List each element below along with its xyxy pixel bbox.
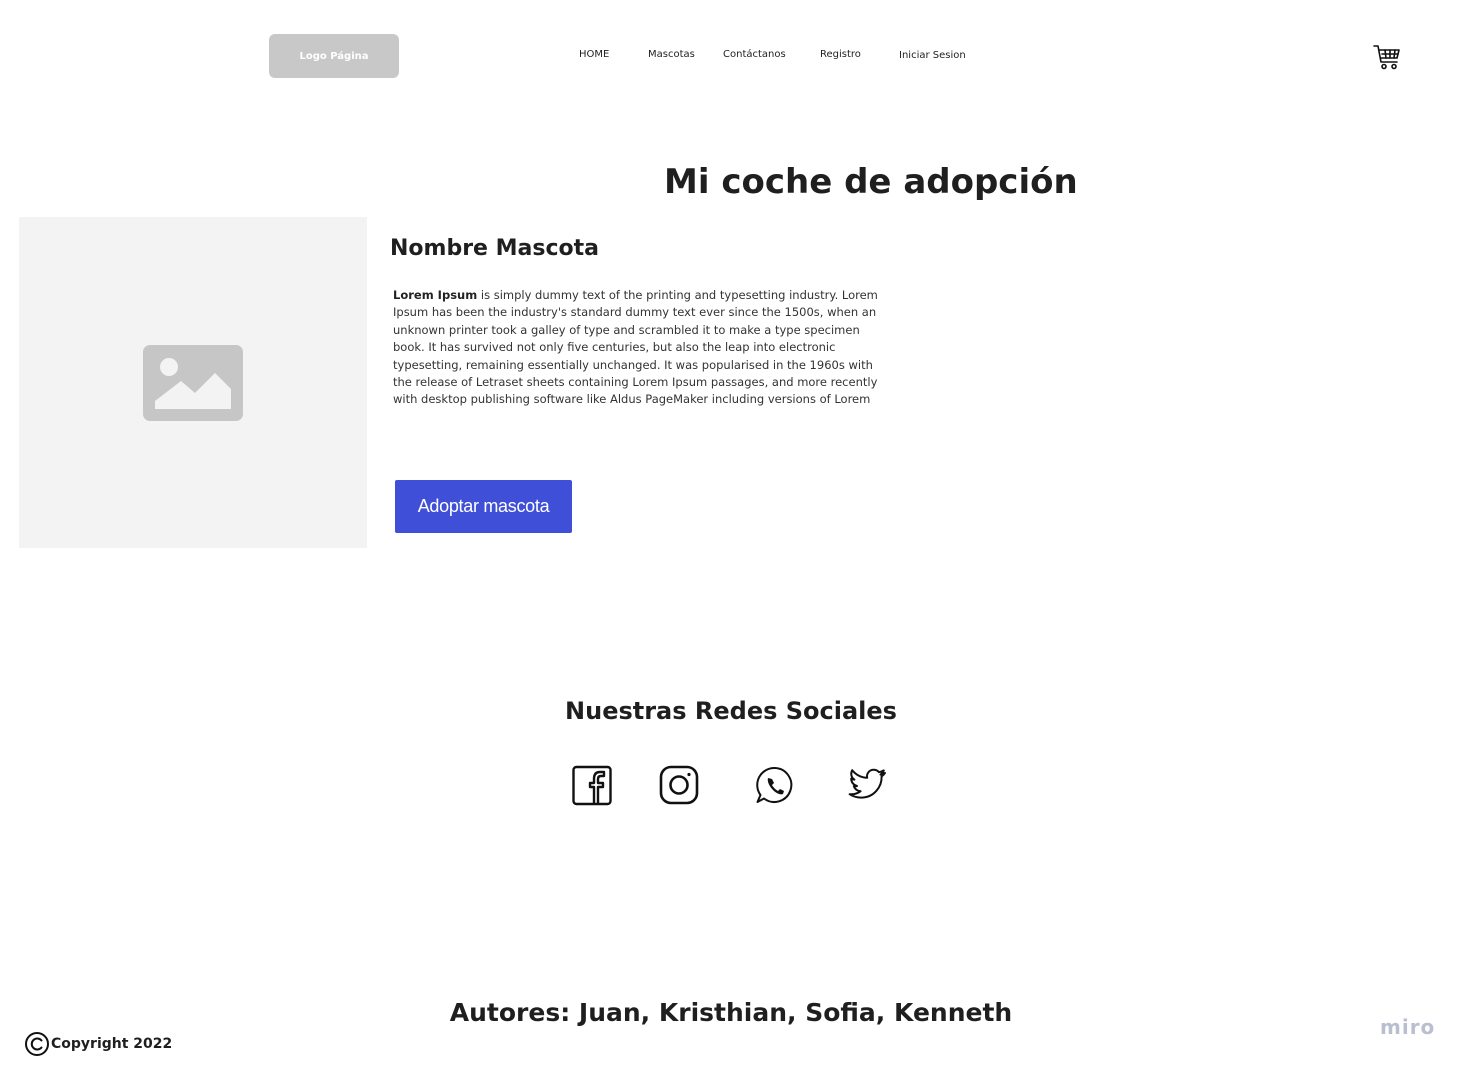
cart-icon[interactable]: [1372, 42, 1402, 72]
instagram-icon[interactable]: [658, 764, 700, 806]
authors-text: Autores: Juan, Kristhian, Sofia, Kenneth: [449, 998, 1013, 1027]
pet-description: Lorem Ipsum is simply dummy text of the …: [393, 287, 883, 409]
description-bold: Lorem Ipsum: [393, 288, 478, 302]
copyright: Copyright 2022: [24, 1031, 172, 1057]
image-icon: [143, 344, 243, 421]
description-text: is simply dummy text of the printing and…: [393, 288, 878, 407]
social-title: Nuestras Redes Sociales: [565, 697, 897, 725]
page-title: Mi coche de adopción: [664, 162, 1078, 202]
nav-iniciar-sesion[interactable]: Iniciar Sesion: [899, 50, 966, 61]
nav-mascotas[interactable]: Mascotas: [648, 49, 695, 60]
copyright-icon: [25, 1032, 49, 1056]
whatsapp-icon[interactable]: [754, 764, 796, 806]
copyright-text: Copyright 2022: [51, 1036, 173, 1052]
logo-placeholder[interactable]: Logo Página: [269, 34, 399, 78]
adopt-pet-button[interactable]: Adoptar mascota: [395, 480, 572, 533]
nav-registro[interactable]: Registro: [820, 49, 861, 60]
facebook-icon[interactable]: [571, 764, 613, 806]
pet-image-placeholder: [19, 217, 367, 548]
logo-label: Logo Página: [299, 50, 369, 62]
nav-contactanos[interactable]: Contáctanos: [723, 49, 786, 60]
miro-watermark: miro: [1380, 1015, 1436, 1039]
pet-name: Nombre Mascota: [390, 236, 599, 261]
twitter-icon[interactable]: [846, 764, 888, 806]
nav-home[interactable]: HOME: [579, 49, 609, 60]
